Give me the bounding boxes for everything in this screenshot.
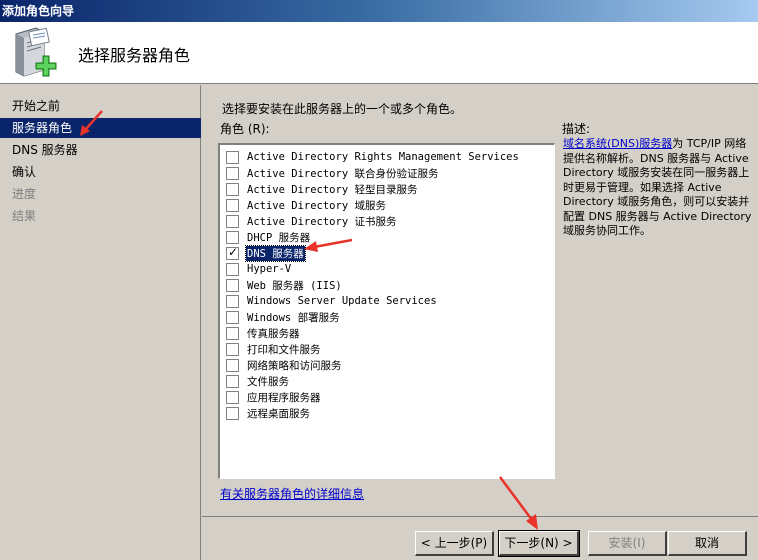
role-checkbox[interactable] [226,245,239,260]
wizard-header: 选择服务器角色 [0,22,758,84]
role-row[interactable]: 传真服务器 [226,325,301,341]
role-checkbox[interactable] [226,374,239,388]
role-label: Active Directory 证书服务 [247,215,397,228]
role-row[interactable]: 打印和文件服务 [226,341,322,357]
role-checkbox[interactable] [226,182,239,196]
step-dns-server[interactable]: DNS 服务器 [0,140,201,160]
role-label: Active Directory 轻型目录服务 [247,183,418,196]
role-row[interactable]: Active Directory Rights Management Servi… [226,149,520,165]
role-row[interactable]: Web 服务器 (IIS) [226,277,343,293]
role-row[interactable]: Hyper-V [226,261,292,277]
role-row[interactable]: Active Directory 证书服务 [226,213,397,229]
role-label: 应用程序服务器 [247,391,321,404]
role-label: 传真服务器 [247,327,300,340]
role-checkbox[interactable] [226,214,239,228]
main-panel: 选择要安装在此服务器上的一个或多个角色。 角色 (R): 描述: Active … [202,85,758,515]
role-row[interactable]: Active Directory 轻型目录服务 [226,181,418,197]
roles-label: 角色 (R): [220,122,270,136]
step-results: 结果 [12,209,37,223]
role-row[interactable]: 文件服务 [226,373,290,389]
window-title: 添加角色向导 [2,4,75,18]
step-server-roles[interactable]: 服务器角色 [0,118,201,138]
role-checkbox[interactable] [226,406,239,420]
page-title: 选择服务器角色 [78,46,191,65]
cancel-button[interactable]: 取消 [668,531,747,556]
instruction-text: 选择要安装在此服务器上的一个或多个角色。 [222,102,463,116]
install-button: 安装(I) [588,531,667,556]
role-label: 远程桌面服务 [247,407,310,420]
role-description: 域名系统(DNS)服务器为 TCP/IP 网络提供名称解析。DNS 服务器与 A… [563,137,756,239]
role-checkbox[interactable] [226,390,239,404]
role-checkbox[interactable] [226,198,239,212]
role-row[interactable]: Windows 部署服务 [226,309,341,325]
back-button[interactable]: < 上一步(P) [415,531,494,556]
role-checkbox[interactable] [226,294,239,308]
role-row[interactable]: DHCP 服务器 [226,229,311,245]
step-before-you-begin[interactable]: 开始之前 [0,96,201,116]
step-confirmation[interactable]: 确认 [0,162,201,182]
role-label: 文件服务 [247,375,289,388]
window-titlebar: 添加角色向导 [0,0,758,22]
role-row[interactable]: Active Directory 联合身份验证服务 [226,165,439,181]
step-progress: 进度 [12,187,37,201]
next-button[interactable]: 下一步(N) > [498,530,580,557]
more-info-link[interactable]: 有关服务器角色的详细信息 [220,485,364,502]
role-checkbox[interactable] [226,310,239,324]
role-row[interactable]: Active Directory 域服务 [226,197,387,213]
role-label: DNS 服务器 [245,244,306,262]
role-label: Web 服务器 (IIS) [247,279,342,292]
role-row[interactable]: 应用程序服务器 [226,389,322,405]
server-add-icon [10,26,62,80]
role-checkbox[interactable] [226,358,239,372]
role-row[interactable]: 网络策略和访问服务 [226,357,343,373]
description-text: 为 TCP/IP 网络提供名称解析。DNS 服务器与 Active Direct… [563,137,752,237]
role-label: Active Directory Rights Management Servi… [247,151,519,163]
dns-description-link[interactable]: 域名系统(DNS)服务器 [563,137,672,150]
role-checkbox[interactable] [226,150,239,164]
role-row[interactable]: DNS 服务器 [226,244,306,262]
wizard-steps-sidebar: 开始之前 服务器角色 DNS 服务器 确认 进度 结果 [0,85,201,560]
role-checkbox[interactable] [226,230,239,244]
role-checkbox[interactable] [226,326,239,340]
role-checkbox[interactable] [226,262,239,276]
role-checkbox[interactable] [226,342,239,356]
role-label: Active Directory 联合身份验证服务 [247,167,439,180]
wizard-footer: < 上一步(P) 下一步(N) > 安装(I) 取消 [202,516,758,560]
role-checkbox[interactable] [226,278,239,292]
role-row[interactable]: Windows Server Update Services [226,293,438,309]
role-checkbox[interactable] [226,166,239,180]
description-label: 描述: [562,122,591,136]
role-label: Windows 部署服务 [247,311,340,324]
role-label: Windows Server Update Services [247,295,437,307]
role-label: DHCP 服务器 [247,231,311,244]
role-label: Active Directory 域服务 [247,199,386,212]
role-label: 网络策略和访问服务 [247,359,342,372]
roles-listbox[interactable]: Active Directory Rights Management Servi… [218,143,555,479]
role-row[interactable]: 远程桌面服务 [226,405,311,421]
role-label: Hyper-V [247,263,292,275]
role-label: 打印和文件服务 [247,343,321,356]
